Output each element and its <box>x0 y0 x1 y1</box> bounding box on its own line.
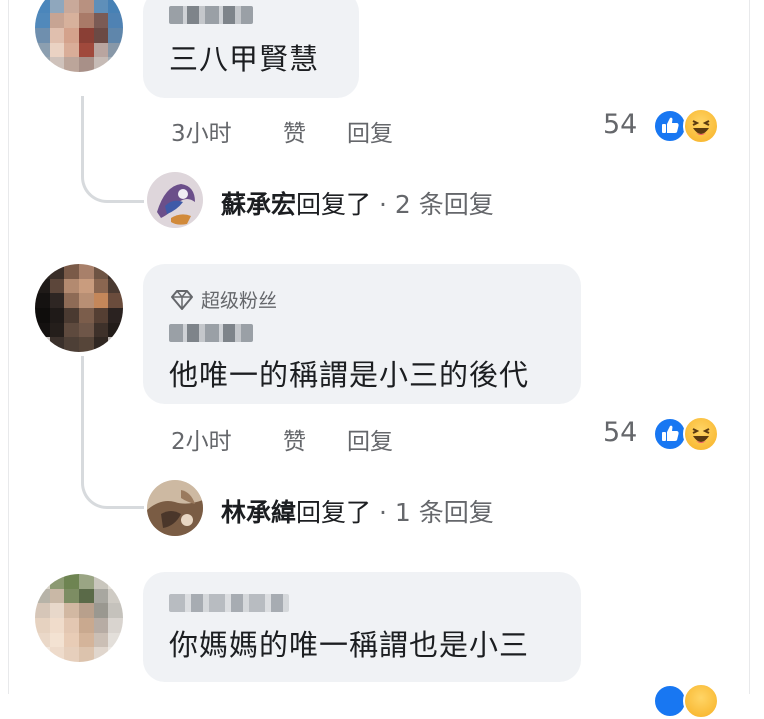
comment-bubble: 你媽媽的唯一稱謂也是小三 <box>143 572 581 682</box>
like-button[interactable]: 赞 <box>283 422 306 456</box>
like-button[interactable]: 赞 <box>283 114 306 148</box>
avatar[interactable] <box>35 0 123 72</box>
comment-bubble: 三八甲賢慧 <box>143 0 359 98</box>
reply-summary-link[interactable]: 蘇承宏回复了 · 2 条回复 <box>221 185 494 221</box>
comment-text: 你媽媽的唯一稱謂也是小三 <box>169 628 530 662</box>
like-icon[interactable] <box>653 109 687 143</box>
comment-time[interactable]: 2小时 <box>171 422 232 456</box>
reply-count[interactable]: · 2 条回复 <box>379 190 494 219</box>
reply-button[interactable]: 回复 <box>347 114 393 148</box>
like-icon[interactable] <box>653 417 687 451</box>
comment-text: 三八甲賢慧 <box>169 42 320 76</box>
diamond-icon <box>171 290 193 310</box>
badge-label: 超级粉丝 <box>201 290 278 312</box>
avatar[interactable] <box>35 574 123 662</box>
haha-icon[interactable] <box>683 416 719 452</box>
author-name-redacted[interactable] <box>169 6 253 24</box>
reply-avatar[interactable] <box>147 172 203 228</box>
reply-avatar[interactable] <box>147 480 203 536</box>
reaction-count[interactable]: 54 <box>603 109 637 140</box>
reply-button[interactable]: 回复 <box>347 422 393 456</box>
reply-verb: 回复了 <box>296 498 372 527</box>
comment-bubble: 超级粉丝 他唯一的稱謂是小三的後代 <box>143 264 581 404</box>
author-name-redacted[interactable] <box>169 594 289 612</box>
reaction-count[interactable]: 54 <box>603 417 637 448</box>
reply-author-name[interactable]: 林承緯 <box>221 498 296 527</box>
reply-author-name[interactable]: 蘇承宏 <box>221 190 296 219</box>
like-icon[interactable] <box>653 684 687 718</box>
author-name-redacted[interactable] <box>169 324 253 342</box>
avatar[interactable] <box>35 264 123 352</box>
haha-icon[interactable] <box>683 108 719 144</box>
haha-icon[interactable] <box>683 683 719 719</box>
thread-connector <box>81 96 144 203</box>
super-fan-badge: 超级粉丝 <box>169 286 277 313</box>
comment-thread: 三八甲賢慧 3小时 赞 回复 54 蘇承宏回复了 · 2 条回复 超级粉丝 他唯… <box>8 0 750 719</box>
thread-connector <box>81 356 144 509</box>
reply-summary-link[interactable]: 林承緯回复了 · 1 条回复 <box>221 493 494 529</box>
reply-verb: 回复了 <box>296 190 372 219</box>
comment-time[interactable]: 3小时 <box>171 114 232 148</box>
comment-text: 他唯一的稱謂是小三的後代 <box>169 358 530 392</box>
reply-count[interactable]: · 1 条回复 <box>379 498 494 527</box>
